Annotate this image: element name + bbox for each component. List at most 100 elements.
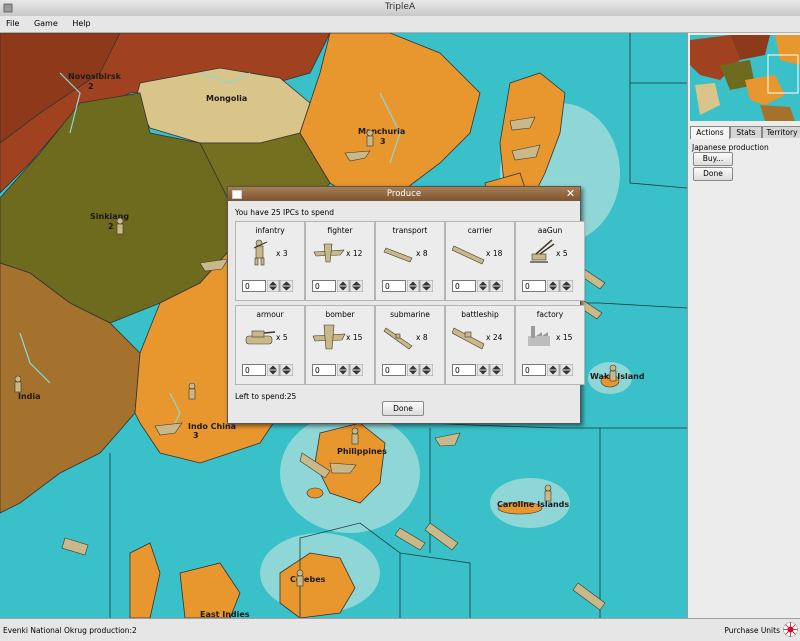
quantity-input[interactable]: 0	[452, 280, 476, 292]
close-icon[interactable]: ✕	[565, 188, 576, 199]
map-label-wake: Wake Island	[590, 372, 645, 381]
quantity-input[interactable]: 0	[312, 364, 336, 376]
quantity-input[interactable]: 0	[242, 364, 266, 376]
unit-name: carrier	[467, 226, 493, 235]
quantity-input[interactable]: 0	[312, 280, 336, 292]
infantry-unit-icon[interactable]	[609, 364, 617, 382]
unit-cost: x 8	[416, 333, 428, 342]
left-to-spend-text: Left to spend:25	[235, 392, 297, 401]
menu-file[interactable]: File	[0, 16, 25, 28]
quantity-stepper[interactable]	[547, 280, 573, 292]
quantity-input[interactable]: 0	[242, 280, 266, 292]
japan-flag-icon	[783, 622, 798, 637]
quantity-stepper[interactable]	[477, 364, 503, 376]
submarine-icon	[383, 327, 413, 350]
quantity-stepper[interactable]	[337, 364, 363, 376]
infantry-unit-icon[interactable]	[366, 129, 374, 147]
aagun-icon	[530, 239, 555, 263]
map-label-philippines: Philippines	[337, 447, 387, 456]
minimap[interactable]	[690, 35, 800, 121]
unit-cost: x 24	[486, 333, 503, 342]
unit-cell-submarine: submarine x 8 0	[375, 305, 445, 385]
quantity-stepper[interactable]	[337, 280, 363, 292]
tab-territory[interactable]: Territory	[762, 126, 800, 138]
unit-name: submarine	[390, 310, 430, 319]
produce-dialog: Produce ✕ You have 25 IPCs to spend infa…	[227, 186, 585, 424]
done-button[interactable]: Done	[693, 167, 733, 181]
unit-name: armour	[256, 310, 284, 319]
infantry-unit-icon[interactable]	[14, 375, 22, 393]
unit-cell-fighter: fighter x 12 0	[305, 221, 375, 301]
map-label-india: India	[18, 392, 41, 401]
unit-cost: x 15	[556, 333, 573, 342]
map-label-caroline: Caroline Islands	[497, 500, 569, 509]
tab-actions[interactable]: Actions	[690, 126, 730, 139]
map-value-sinkiang: 2	[108, 222, 114, 231]
unit-name: transport	[392, 226, 428, 235]
map-value-novosibirsk: 2	[88, 82, 94, 91]
unit-cell-aagun: aaGun x 5 0	[515, 221, 585, 301]
fighter-icon	[313, 243, 345, 263]
battleship-icon	[452, 327, 485, 350]
buy-button[interactable]: Buy...	[693, 152, 733, 166]
infantry-icon	[253, 239, 268, 266]
quantity-stepper[interactable]	[547, 364, 573, 376]
quantity-input[interactable]: 0	[382, 280, 406, 292]
tab-stats[interactable]: Stats	[730, 126, 762, 138]
bomber-icon	[312, 324, 346, 350]
quantity-stepper[interactable]	[267, 280, 293, 292]
unit-cost: x 18	[486, 249, 503, 258]
quantity-stepper[interactable]	[407, 280, 433, 292]
unit-cell-battleship: battleship x 24 0	[445, 305, 515, 385]
infantry-unit-icon[interactable]	[296, 569, 304, 587]
unit-cost: x 12	[346, 249, 363, 258]
menu-help[interactable]: Help	[66, 16, 96, 28]
side-panel: Actions Stats Territory Japanese product…	[687, 33, 800, 618]
map-label-novosibirsk: Novosibirsk	[68, 72, 122, 81]
quantity-input[interactable]: 0	[522, 364, 546, 376]
unit-name: battleship	[461, 310, 499, 319]
map-label-mongolia: Mongolia	[206, 94, 247, 103]
infantry-unit-icon[interactable]	[188, 382, 196, 400]
quantity-input[interactable]: 0	[522, 280, 546, 292]
menubar: File Game Help	[0, 16, 800, 33]
dialog-title: Produce	[386, 189, 422, 199]
unit-cell-infantry: infantry x 3 0	[235, 221, 305, 301]
armour-icon	[245, 330, 276, 345]
map-label-manchuria: Manchuria	[358, 127, 405, 136]
unit-name: infantry	[255, 226, 285, 235]
unit-cost: x 5	[276, 333, 288, 342]
unit-name: fighter	[327, 226, 353, 235]
unit-cell-carrier: carrier x 18 0	[445, 221, 515, 301]
window-title: TripleA	[384, 2, 416, 12]
side-tabs: Actions Stats Territory	[690, 126, 800, 139]
map-value-indochina: 3	[193, 431, 199, 440]
infantry-unit-icon[interactable]	[351, 427, 359, 445]
production-label: Japanese production	[692, 143, 769, 152]
factory-icon	[528, 326, 550, 346]
dialog-titlebar[interactable]: Produce ✕	[228, 187, 580, 201]
carrier-icon	[452, 245, 485, 265]
unit-cost: x 8	[416, 249, 428, 258]
transport-icon	[383, 247, 413, 263]
unit-cost: x 5	[556, 249, 568, 258]
quantity-stepper[interactable]	[267, 364, 293, 376]
quantity-stepper[interactable]	[477, 280, 503, 292]
unit-cell-transport: transport x 8 0	[375, 221, 445, 301]
quantity-input[interactable]: 0	[452, 364, 476, 376]
status-bar: Evenki National Okrug production:2 Purch…	[0, 618, 800, 641]
unit-name: factory	[536, 310, 564, 319]
dialog-done-button[interactable]: Done	[382, 401, 424, 416]
window-titlebar: TripleA	[0, 0, 800, 17]
menu-game[interactable]: Game	[28, 16, 64, 28]
ipc-available-text: You have 25 IPCs to spend	[235, 208, 334, 217]
quantity-stepper[interactable]	[407, 364, 433, 376]
unit-cell-armour: armour x 5 0	[235, 305, 305, 385]
unit-cost: x 3	[276, 249, 288, 258]
unit-name: aaGun	[537, 226, 563, 235]
quantity-input[interactable]: 0	[382, 364, 406, 376]
infantry-unit-icon[interactable]	[544, 484, 552, 502]
infantry-unit-icon[interactable]	[116, 217, 124, 235]
unit-cell-bomber: bomber x 15 0	[305, 305, 375, 385]
unit-cell-factory: factory x 15 0	[515, 305, 585, 385]
